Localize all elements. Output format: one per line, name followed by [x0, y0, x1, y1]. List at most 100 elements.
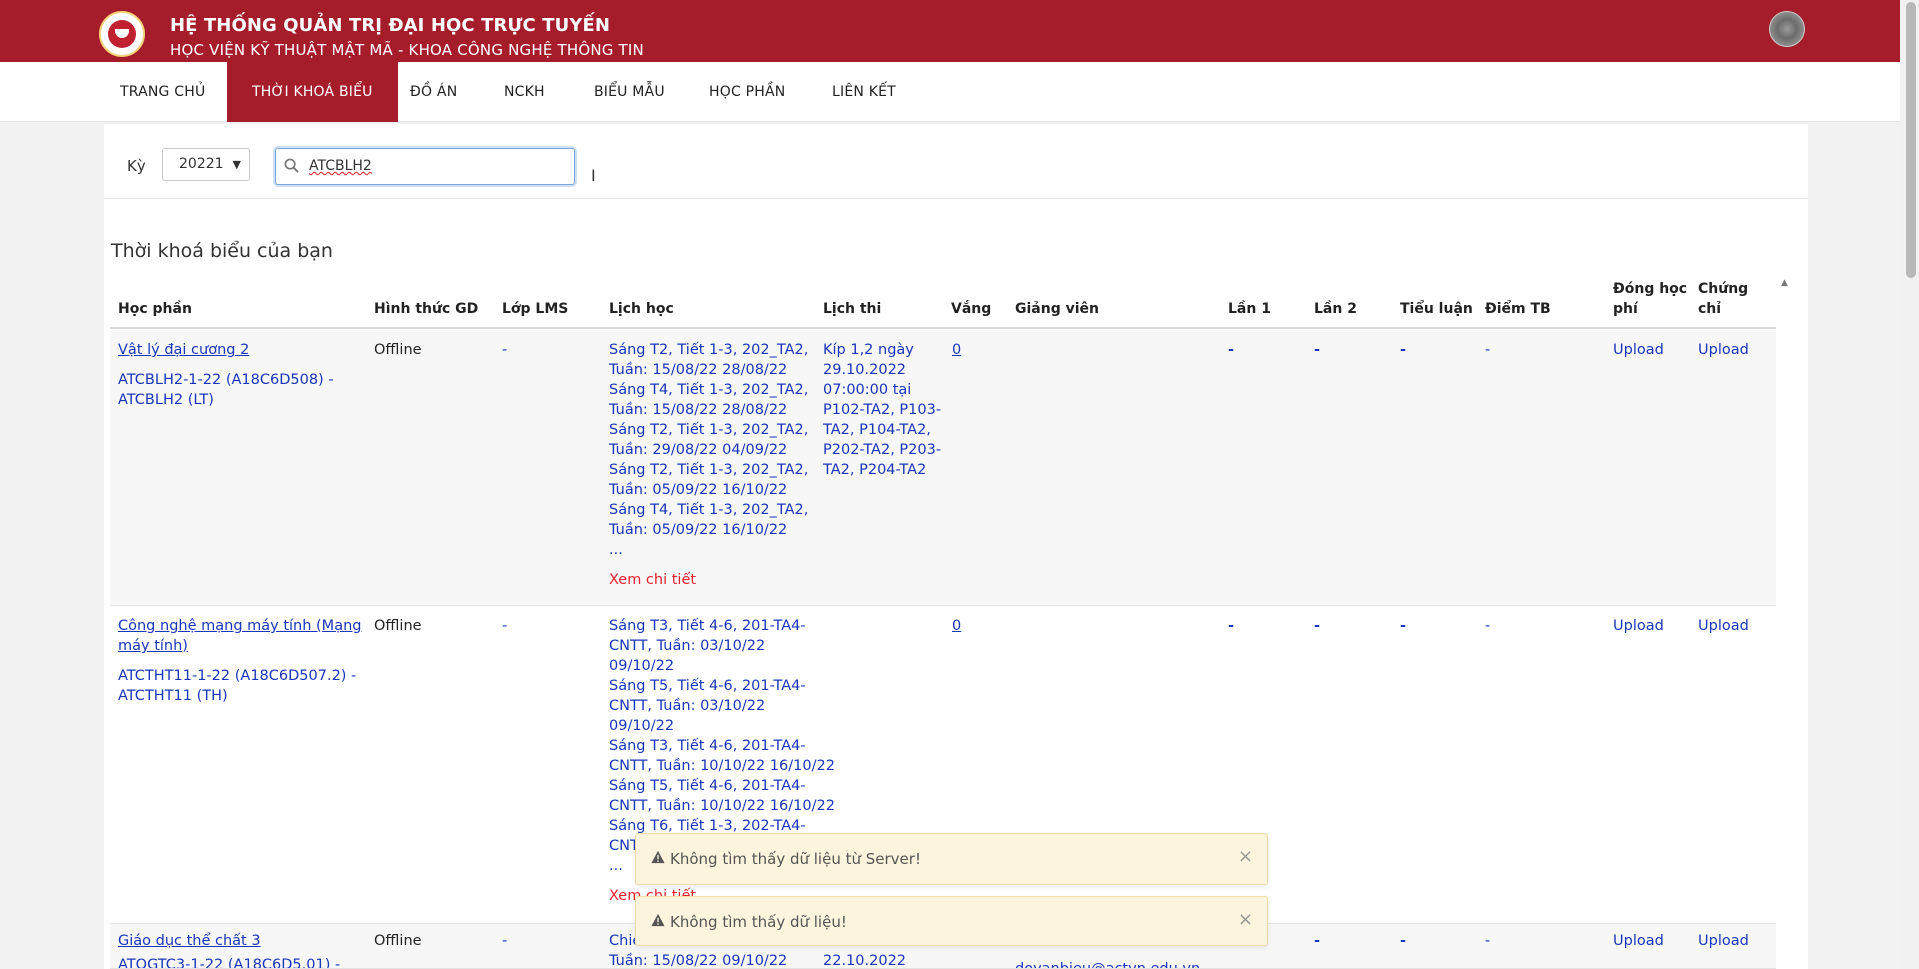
- score-tieu-luan: -: [1400, 933, 1407, 949]
- col-chung-chi-line2: chỉ: [1698, 301, 1722, 317]
- class-code: ATCBLH2-1-22 (A18C6D508) - ATCBLH2 (LT): [118, 370, 334, 410]
- upload-fee-button[interactable]: Upload: [1613, 931, 1664, 951]
- close-icon[interactable]: ×: [1238, 846, 1253, 867]
- nav-item-lien-ket[interactable]: LIÊN KẾT: [807, 62, 921, 122]
- schedule-line: Sáng T4, Tiết 1-3, 202_TA2,: [609, 502, 809, 518]
- exam-line: P202-TA2, P203-: [823, 442, 942, 458]
- lms-class: -: [502, 342, 508, 358]
- score-diem-tb: -: [1485, 618, 1491, 634]
- nav-item-bieu-mau[interactable]: BIỂU MẪU: [569, 62, 690, 122]
- toast-message: Không tìm thấy dữ liệu từ Server!: [670, 850, 921, 868]
- score-diem-tb: -: [1485, 933, 1491, 949]
- class-code-line2: ATCTHT11 (TH): [118, 688, 228, 704]
- table-row: Vật lý đại cương 2 ATCBLH2-1-22 (A18C6D5…: [110, 330, 1776, 606]
- search-icon: [284, 158, 299, 173]
- col-dong-hoc-phi[interactable]: Đóng học phí: [1613, 279, 1687, 319]
- schedule-line: Tuần: 05/09/22 16/10/22: [609, 482, 788, 498]
- col-diem-tb[interactable]: Điểm TB: [1485, 299, 1551, 319]
- semester-label: Kỳ: [127, 157, 146, 175]
- schedule-line: ...: [609, 542, 623, 558]
- schedule-line: Tuần: 15/08/22 28/08/22: [609, 402, 788, 418]
- absence-count[interactable]: 0: [952, 340, 961, 360]
- course-link[interactable]: Công nghệ mạng máy tính (Mạng máy tính): [118, 616, 361, 656]
- schedule-line: Tuần: 29/08/22 04/09/22: [609, 442, 788, 458]
- table-header-divider: [110, 327, 1776, 329]
- col-chung-chi-line1: Chứng: [1698, 281, 1749, 297]
- schedule-line: Tuần: 15/08/22 28/08/22: [609, 362, 788, 378]
- score-lan-2: -: [1314, 342, 1321, 358]
- schedule-line: CNTT, Tuần: 10/10/22 16/10/22: [609, 758, 835, 774]
- exam-line: 29.10.2022: [823, 362, 907, 378]
- study-schedule: Sáng T2, Tiết 1-3, 202_TA2, Tuần: 15/08/…: [609, 340, 808, 560]
- exam-schedule: 22.10.2022: [823, 953, 907, 969]
- col-hoc-phan[interactable]: Học phần: [118, 299, 192, 319]
- schedule-line: Sáng T2, Tiết 1-3, 202_TA2,: [609, 422, 809, 438]
- col-lan-1[interactable]: Lần 1: [1228, 299, 1271, 319]
- score-lan-1: -: [1228, 342, 1235, 358]
- col-lan-2[interactable]: Lần 2: [1314, 299, 1357, 319]
- teaching-mode: Offline: [374, 933, 422, 949]
- schedule-line: CNTT, Tuần: 03/10/22: [609, 698, 766, 714]
- nav-item-trang-chu[interactable]: TRANG CHỦ: [95, 62, 230, 122]
- upload-cert-button[interactable]: Upload: [1698, 616, 1749, 636]
- page-scrollbar-thumb[interactable]: [1906, 2, 1916, 278]
- upload-cert-button[interactable]: Upload: [1698, 340, 1749, 360]
- upload-fee-button[interactable]: Upload: [1613, 616, 1664, 636]
- col-vang[interactable]: Vắng: [951, 299, 991, 319]
- schedule-line: Sáng T2, Tiết 1-3, 202_TA2,: [609, 342, 809, 358]
- score-lan-2: -: [1314, 618, 1321, 634]
- course-line2: máy tính): [118, 638, 188, 654]
- warning-icon: [651, 913, 665, 927]
- schedule-line: Sáng T5, Tiết 4-6, 201-TA4-: [609, 678, 806, 694]
- class-code-line1: ATCTHT11-1-22 (A18C6D507.2) -: [118, 668, 357, 684]
- search-input[interactable]: ATCBLH2: [275, 148, 575, 185]
- exam-line: Kíp 1,2 ngày: [823, 342, 914, 358]
- course-link[interactable]: Giáo dục thể chất 3: [118, 931, 261, 951]
- semester-value: 20221: [179, 156, 224, 172]
- nav-item-nckh[interactable]: NCKH: [479, 62, 570, 122]
- schedule-line: Sáng T5, Tiết 4-6, 201-TA4-: [609, 778, 806, 794]
- lms-class: -: [502, 933, 508, 949]
- schedule-line: CNTT, Tuần: 03/10/22: [609, 638, 766, 654]
- teaching-mode: Offline: [374, 342, 422, 358]
- upload-cert-button[interactable]: Upload: [1698, 931, 1749, 951]
- university-logo[interactable]: [99, 11, 145, 57]
- main-nav: TRANG CHỦ THỜI KHOÁ BIỂU ĐỒ ÁN NCKH BIỂU…: [0, 62, 1900, 122]
- col-chung-chi[interactable]: Chứng chỉ: [1698, 279, 1748, 319]
- col-dong-hoc-phi-line2: phí: [1613, 301, 1638, 317]
- exam-schedule: Kíp 1,2 ngày 29.10.2022 07:00:00 tại P10…: [823, 340, 941, 480]
- teacher-email[interactable]: doyanbieu@actvn.edu.vn: [1015, 959, 1200, 968]
- filter-bar: Kỳ 20221 ▼ ATCBLH2 I: [104, 124, 1808, 199]
- top-header: HỆ THỐNG QUẢN TRỊ ĐẠI HỌC TRỰC TUYẾN HỌC…: [0, 0, 1900, 62]
- schedule-line: Sáng T2, Tiết 1-3, 202_TA2,: [609, 462, 809, 478]
- chevron-down-icon: ▼: [232, 158, 241, 171]
- view-detail-link[interactable]: Xem chi tiết: [609, 570, 696, 590]
- semester-select[interactable]: 20221 ▼: [162, 148, 250, 181]
- schedule-line: Sáng T3, Tiết 4-6, 201-TA4-: [609, 738, 806, 754]
- upload-fee-button[interactable]: Upload: [1613, 340, 1664, 360]
- lms-class: -: [502, 618, 508, 634]
- nav-item-do-an[interactable]: ĐỒ ÁN: [385, 62, 482, 122]
- nav-item-hoc-phan[interactable]: HỌC PHẦN: [684, 62, 810, 122]
- col-giang-vien[interactable]: Giảng viên: [1015, 299, 1099, 319]
- col-dong-hoc-phi-line1: Đóng học: [1613, 281, 1688, 297]
- class-code-line1: ATCBLH2-1-22 (A18C6D508) -: [118, 372, 334, 388]
- close-icon[interactable]: ×: [1238, 909, 1253, 930]
- col-lop-lms[interactable]: Lớp LMS: [502, 299, 568, 319]
- warning-icon: [651, 850, 665, 864]
- schedule-line: Tuần: 05/09/22 16/10/22: [609, 522, 788, 538]
- user-avatar[interactable]: [1769, 11, 1805, 47]
- col-hinh-thuc[interactable]: Hình thức GD: [374, 299, 478, 319]
- nav-item-thoi-khoa-bieu[interactable]: THỜI KHOÁ BIỂU: [227, 62, 398, 122]
- course-link[interactable]: Vật lý đại cương 2: [118, 340, 249, 360]
- col-lich-thi[interactable]: Lịch thi: [823, 299, 881, 319]
- system-subtitle: HỌC VIỆN KỸ THUẬT MẬT MÃ - KHOA CÔNG NGH…: [170, 41, 644, 59]
- class-code-line2: ATCBLH2 (LT): [118, 392, 214, 408]
- toast-server-error: Không tìm thấy dữ liệu từ Server! ×: [635, 833, 1268, 885]
- scroll-up-icon[interactable]: ▲: [1781, 278, 1788, 288]
- absence-count[interactable]: 0: [952, 616, 961, 636]
- exam-line: TA2, P104-TA2,: [823, 422, 931, 438]
- col-tieu-luan[interactable]: Tiểu luận: [1400, 299, 1473, 319]
- score-tieu-luan: -: [1400, 618, 1407, 634]
- col-lich-hoc[interactable]: Lịch học: [609, 299, 674, 319]
